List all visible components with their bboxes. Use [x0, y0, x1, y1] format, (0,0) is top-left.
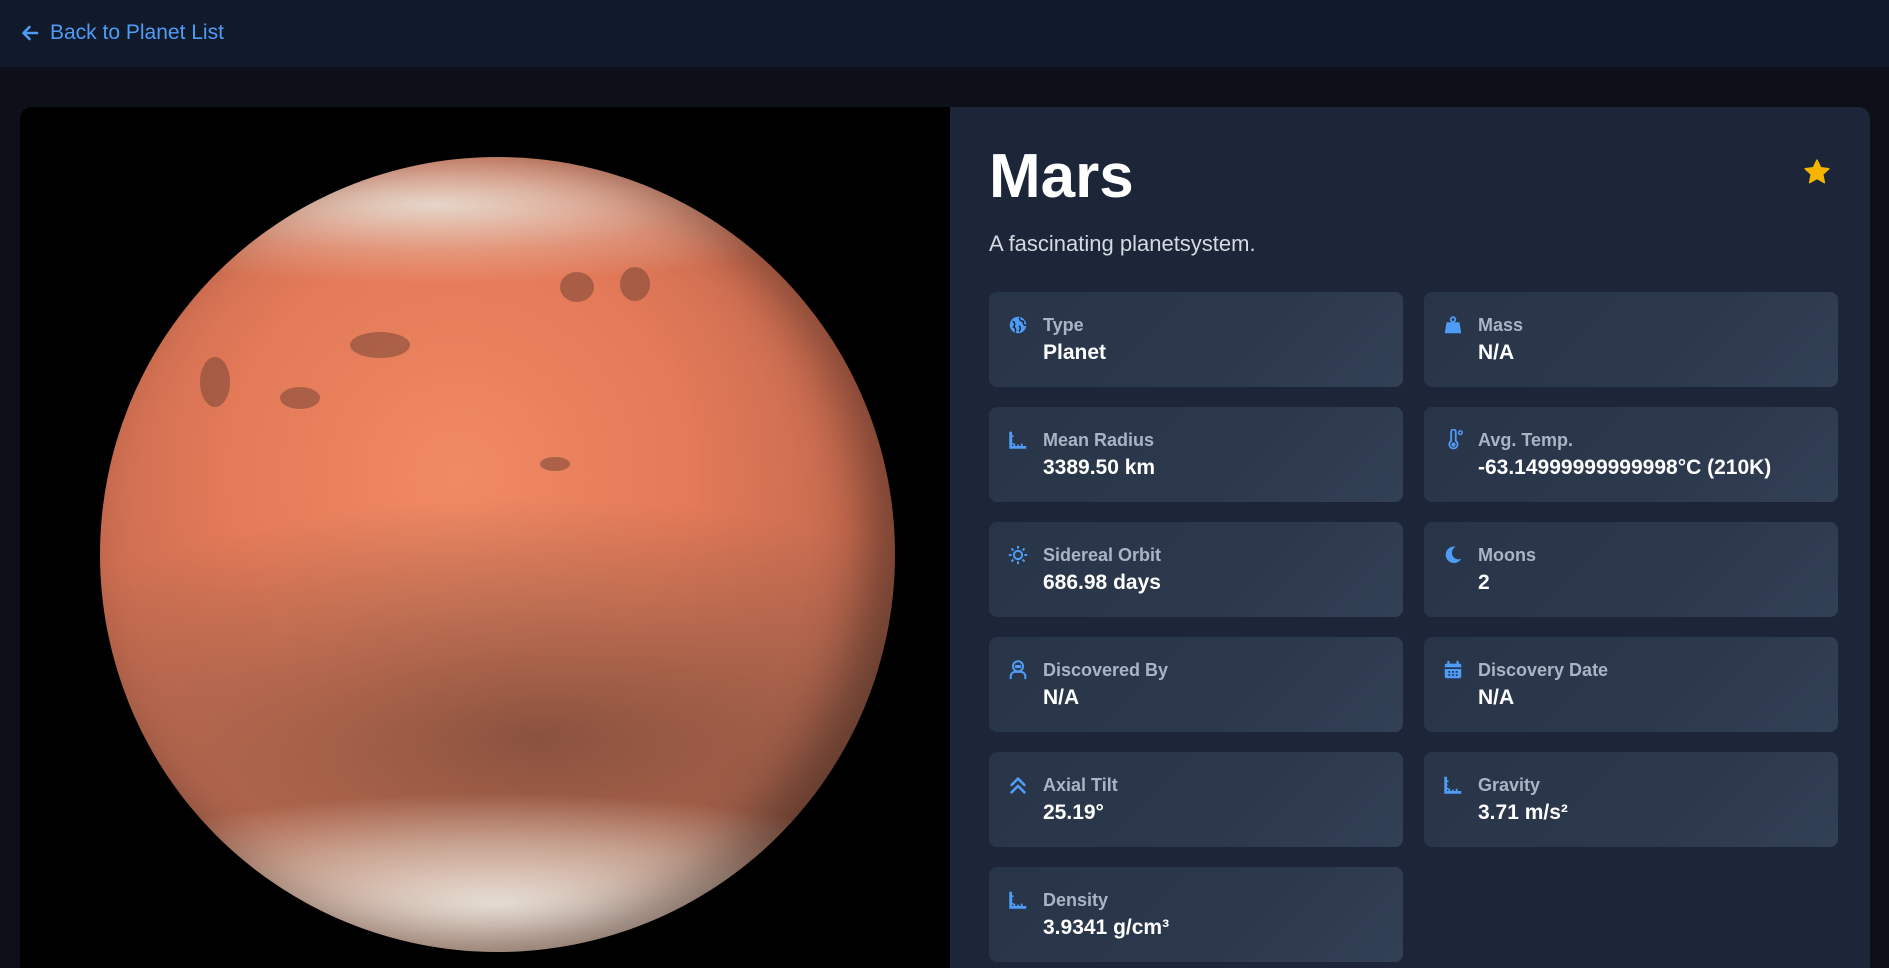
- stat-card-mass: Mass N/A: [1424, 292, 1838, 387]
- stat-label: Discovered By: [1043, 660, 1169, 680]
- top-bar: Back to Planet List: [0, 0, 1889, 67]
- stat-value: 3.71 m/s²: [1478, 801, 1568, 824]
- planet-description: A fascinating planetsystem.: [989, 231, 1256, 256]
- weight-icon: [1444, 316, 1462, 334]
- stat-label: Mass: [1478, 315, 1524, 335]
- thermometer-icon: [1448, 429, 1463, 450]
- stat-value: 3.9341 g/cm³: [1043, 916, 1170, 939]
- stat-value: 2: [1478, 571, 1490, 594]
- stat-label: Type: [1043, 315, 1084, 335]
- planet-detail-card: Mars A fascinating planetsystem. Type Pla…: [20, 107, 1870, 968]
- astronaut-icon: [1009, 660, 1027, 680]
- ruler-icon: [1444, 776, 1462, 794]
- stat-label: Density: [1043, 890, 1109, 910]
- stat-label: Discovery Date: [1478, 660, 1609, 680]
- calendar-icon: [1444, 660, 1462, 679]
- sun-icon: [1008, 545, 1028, 565]
- stat-label: Moons: [1478, 545, 1536, 565]
- ruler-icon: [1009, 431, 1027, 449]
- planet-name: Mars: [989, 142, 1134, 211]
- stat-value: 3389.50 km: [1043, 456, 1156, 479]
- stat-label: Gravity: [1478, 775, 1541, 795]
- stat-label: Axial Tilt: [1043, 775, 1118, 795]
- stat-label: Avg. Temp.: [1478, 430, 1574, 450]
- stat-card-moons: Moons 2: [1424, 522, 1838, 617]
- stat-value: 25.19°: [1043, 801, 1104, 824]
- stat-card-type: Type Planet: [989, 292, 1403, 387]
- back-link-label: Back to Planet List: [50, 21, 224, 44]
- stat-label: Mean Radius: [1043, 430, 1155, 450]
- stat-value: N/A: [1043, 686, 1080, 709]
- favorite-star-icon[interactable]: [1802, 157, 1832, 187]
- stat-card-gravity: Gravity 3.71 m/s²: [1424, 752, 1838, 847]
- chevrons-up-icon: [1010, 777, 1026, 794]
- stat-card-discovered-by: Discovered By N/A: [989, 637, 1403, 732]
- stat-value: Planet: [1043, 341, 1107, 364]
- stat-value: N/A: [1478, 686, 1515, 709]
- stat-card-discovery-date: Discovery Date N/A: [1424, 637, 1838, 732]
- ruler-icon: [1009, 891, 1027, 909]
- moon-icon: [1445, 546, 1462, 564]
- planet-image: [100, 157, 895, 952]
- planet-image-pane: [20, 107, 950, 968]
- stat-value: -63.14999999999998°C (210K): [1478, 456, 1772, 479]
- globe-icon: [1009, 316, 1027, 334]
- back-to-planet-list-link[interactable]: Back to Planet List: [20, 18, 224, 48]
- stat-card-avg-temp: Avg. Temp. -63.14999999999998°C (210K): [1424, 407, 1838, 502]
- arrow-left-icon: [22, 25, 39, 41]
- stat-label: Sidereal Orbit: [1043, 545, 1162, 565]
- stat-card-mean-radius: Mean Radius 3389.50 km: [989, 407, 1403, 502]
- stat-value: N/A: [1478, 341, 1515, 364]
- stat-value: 686.98 days: [1043, 571, 1161, 594]
- planet-info-pane: Mars A fascinating planetsystem. Type Pla…: [950, 107, 1870, 968]
- stat-card-sidereal-orbit: Sidereal Orbit 686.98 days: [989, 522, 1403, 617]
- stat-card-axial-tilt: Axial Tilt 25.19°: [989, 752, 1403, 847]
- stat-card-density: Density 3.9341 g/cm³: [989, 867, 1403, 962]
